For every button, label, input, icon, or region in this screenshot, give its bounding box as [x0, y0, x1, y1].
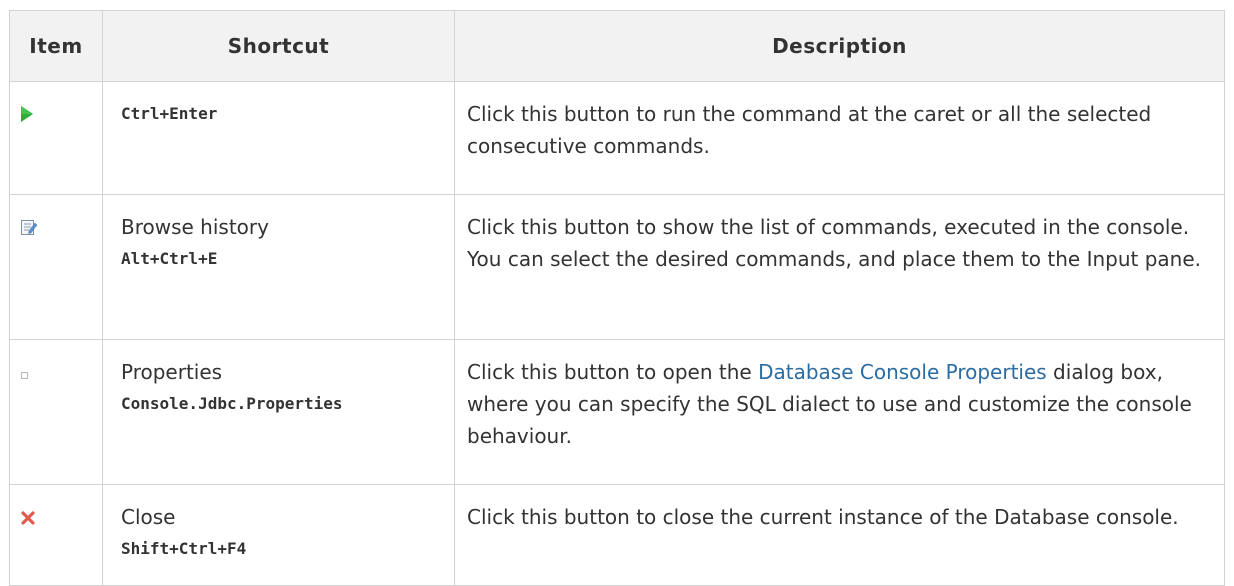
- item-cell: [9, 484, 103, 586]
- shortcut-key: Alt+Ctrl+E: [121, 249, 218, 268]
- properties-icon: [20, 371, 38, 389]
- shortcuts-table-container: Item Shortcut Description Ctrl+Enter Cli…: [9, 10, 1225, 586]
- header-shortcut: Shortcut: [102, 10, 455, 82]
- shortcut-cell: Ctrl+Enter: [102, 81, 455, 195]
- run-icon: [20, 105, 38, 123]
- close-icon: [20, 510, 38, 528]
- shortcut-cell: Browse history Alt+Ctrl+E: [102, 194, 455, 340]
- shortcut-name: Browse history: [121, 215, 269, 239]
- shortcut-name: Properties: [121, 360, 223, 384]
- header-item: Item: [9, 10, 103, 82]
- shortcut-key: Console.Jdbc.Properties: [121, 394, 343, 413]
- table-row: Browse history Alt+Ctrl+E Click this but…: [9, 194, 1225, 340]
- shortcut-key: Ctrl+Enter: [121, 104, 218, 123]
- table-row: Ctrl+Enter Click this button to run the …: [9, 81, 1225, 195]
- description-text: Click this button to close the current i…: [467, 505, 1179, 529]
- description-cell: Click this button to run the command at …: [454, 81, 1225, 195]
- description-cell: Click this button to show the list of co…: [454, 194, 1225, 340]
- table-header-row: Item Shortcut Description: [9, 10, 1225, 82]
- shortcut-name: Close: [121, 505, 176, 529]
- header-description: Description: [454, 10, 1225, 82]
- item-cell: [9, 81, 103, 195]
- shortcut-cell: Close Shift+Ctrl+F4: [102, 484, 455, 586]
- shortcuts-table: Item Shortcut Description Ctrl+Enter Cli…: [9, 10, 1225, 586]
- shortcut-cell: Properties Console.Jdbc.Properties: [102, 339, 455, 485]
- description-cell: Click this button to open the Database C…: [454, 339, 1225, 485]
- item-cell: [9, 339, 103, 485]
- table-row: Close Shift+Ctrl+F4 Click this button to…: [9, 484, 1225, 586]
- description-text: Click this button to run the command at …: [467, 102, 1152, 158]
- shortcut-key: Shift+Ctrl+F4: [121, 539, 247, 558]
- description-text-before: Click this button to open the: [467, 360, 759, 384]
- item-cell: [9, 194, 103, 340]
- description-cell: Click this button to close the current i…: [454, 484, 1225, 586]
- description-text: Click this button to show the list of co…: [467, 215, 1202, 271]
- history-icon: [20, 218, 38, 236]
- table-row: Properties Console.Jdbc.Properties Click…: [9, 339, 1225, 485]
- database-console-properties-link[interactable]: Database Console Properties: [758, 360, 1047, 384]
